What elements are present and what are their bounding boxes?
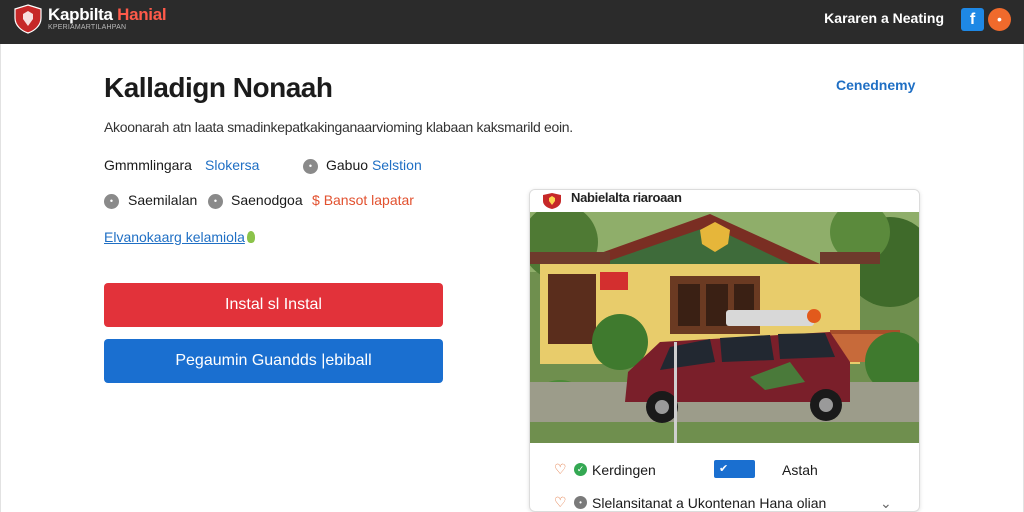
row1-status: Gabuo Selstion <box>326 157 446 173</box>
row1-link[interactable]: Slokersa <box>205 157 275 173</box>
brand-prefix: Kapbilta <box>48 5 118 24</box>
house-car-photo <box>530 212 919 443</box>
brand-name[interactable]: Kapbilta Hanial <box>48 5 167 25</box>
brand-accent: Hanial <box>117 5 167 24</box>
card-title: Nabielalta riaroaan <box>571 190 682 205</box>
row1-status-prefix: Gabuo <box>326 157 369 173</box>
row2-label-2: Saenodgoa <box>231 192 303 208</box>
header-nav-link[interactable]: Kararen a Neating <box>824 10 944 26</box>
facebook-icon[interactable]: f <box>961 8 984 31</box>
page-title: Kalladign Nonaah <box>104 72 333 103</box>
preview-card[interactable]: Nabielalta riaroaan ♡ ✓ Kerdingen ✔ Asaa… <box>529 189 920 512</box>
row1-link-text: Slokersa <box>205 157 260 173</box>
install-button[interactable]: Instal sl Instal <box>104 283 443 327</box>
card-row1-badge-text: Astah <box>782 462 818 478</box>
page-description: Akoonarah atn laata smadinkepatkakingana… <box>104 119 573 135</box>
shield-logo-icon[interactable] <box>14 4 42 34</box>
row1-status-link[interactable]: Selstion <box>372 157 422 173</box>
user-avatar-icon[interactable]: • <box>988 8 1011 31</box>
info-icon: • <box>574 496 587 509</box>
top-right-link[interactable]: Cenednemy <box>836 77 915 93</box>
leaf-icon <box>246 231 255 243</box>
brand-tagline: KPERIAMARTILAHPAN <box>48 24 127 31</box>
card-header: Nabielalta riaroaan <box>530 190 919 212</box>
chevron-down-icon[interactable]: ⌄ <box>880 495 892 511</box>
heart-icon[interactable]: ♡ <box>554 495 568 509</box>
card-row1-label: Kerdingen <box>592 462 656 478</box>
inline-link[interactable]: Elvanokaarg kelamiola <box>104 229 255 245</box>
row2-link-text: Bansot lapatar <box>323 192 414 208</box>
row2-link[interactable]: $ Bansot lapatar <box>312 192 442 208</box>
info-icon: • <box>208 194 223 209</box>
top-bar: Kapbilta Hanial KPERIAMARTILAHPAN Karare… <box>0 0 1024 44</box>
info-icon: • <box>104 194 119 209</box>
status-badge[interactable]: ✔ Asaan <box>714 460 756 493</box>
heart-icon[interactable]: ♡ <box>554 462 568 476</box>
secondary-action-button[interactable]: Pegaumin Guandds |ebiball <box>104 339 443 383</box>
row1-label: Gmmmlingara <box>104 157 192 173</box>
card-row2-label: Slelansitanat a Ukontenan Hana olian <box>592 495 827 511</box>
info-icon: • <box>303 159 318 174</box>
row2-label-1: Saemilalan <box>128 192 198 208</box>
main-content: Kalladign Nonaah Cenednemy Akoonarah atn… <box>0 44 1024 512</box>
check-icon: ✓ <box>574 463 587 476</box>
shield-logo-icon <box>543 193 561 209</box>
inline-link-text: Elvanokaarg kelamiola <box>104 229 245 245</box>
